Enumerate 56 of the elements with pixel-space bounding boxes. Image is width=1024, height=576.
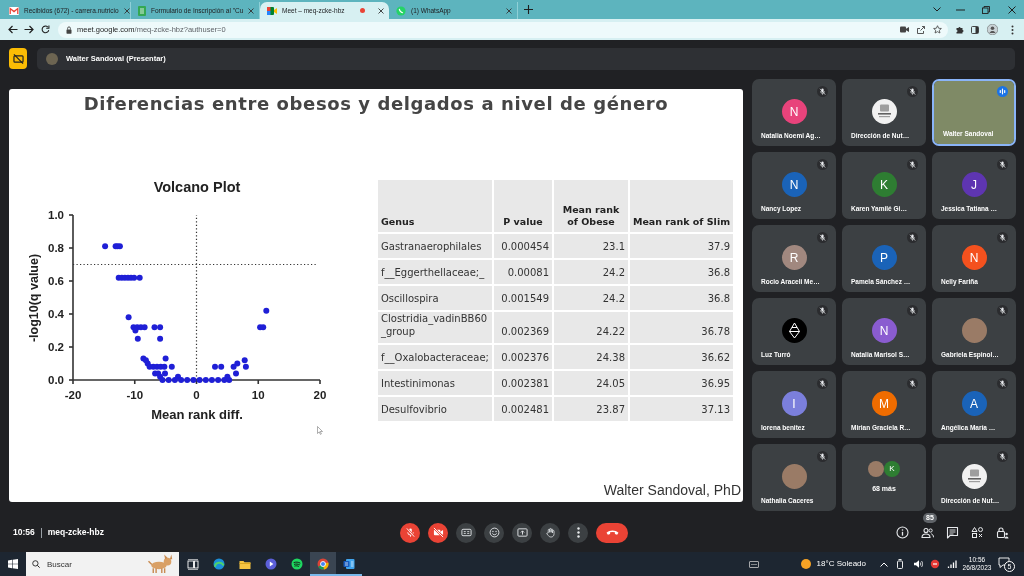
table-cell: 36.8 bbox=[629, 285, 734, 311]
axis-tick-label: 0.8 bbox=[48, 242, 64, 254]
axis-tick-label: -20 bbox=[64, 389, 82, 401]
chart-title: Volcano Plot bbox=[153, 179, 241, 195]
axis-title: Mean rank diff. bbox=[151, 407, 243, 422]
table-cell: Clostridia_vadinBB60_group bbox=[377, 311, 493, 344]
table-cell: Gastranaerophilales bbox=[377, 233, 493, 259]
slide-title: Diferencias entre obesos y delgados a nivel de género bbox=[83, 93, 669, 115]
axis-tick-label: 0.6 bbox=[48, 275, 64, 287]
avatar: N bbox=[871, 318, 897, 343]
column-header: Mean rank of Obese bbox=[553, 179, 629, 233]
column-header: Genus bbox=[377, 179, 493, 233]
avatar: N bbox=[781, 172, 807, 197]
table-cell: 24.2 bbox=[553, 259, 629, 285]
axis-tick-label: 1.0 bbox=[48, 209, 64, 221]
table-cell: 23.87 bbox=[553, 396, 629, 422]
avatar: P bbox=[871, 245, 897, 270]
table-cell: Intestinimonas bbox=[377, 370, 493, 396]
axis-tick-label: 0.0 bbox=[48, 374, 64, 386]
table-cell: 24.38 bbox=[553, 344, 629, 370]
column-header: Mean rank of Slim bbox=[629, 179, 734, 233]
column-header: P value bbox=[493, 179, 553, 233]
table-cell: 37.13 bbox=[629, 396, 734, 422]
table-cell: 36.95 bbox=[629, 370, 734, 396]
author-signature: Walter Sandoval, PhD bbox=[603, 482, 741, 498]
avatar: K bbox=[884, 461, 900, 477]
avatar: K bbox=[871, 172, 897, 197]
axis-tick-label: 20 bbox=[313, 389, 327, 401]
table-cell: 36.78 bbox=[629, 311, 734, 344]
axis-title: -log10(q value) bbox=[27, 253, 41, 343]
avatar: M bbox=[871, 391, 897, 416]
table-cell: f__Eggerthellaceae;_ bbox=[377, 259, 493, 285]
table-cell: 24.05 bbox=[553, 370, 629, 396]
axis-tick-label: 0.4 bbox=[48, 308, 64, 320]
avatar: R bbox=[781, 245, 807, 270]
table-cell: 24.2 bbox=[553, 285, 629, 311]
table-cell: 36.62 bbox=[629, 344, 734, 370]
axis-tick-label: 0 bbox=[193, 389, 200, 401]
avatar: I bbox=[781, 391, 807, 416]
axis-tick-label: 10 bbox=[251, 389, 265, 401]
avatar: N bbox=[781, 99, 807, 124]
avatar: N bbox=[961, 245, 987, 270]
table-cell: 37.9 bbox=[629, 233, 734, 259]
axis-tick-label: -10 bbox=[126, 389, 144, 401]
call-time: 10:56 bbox=[13, 527, 35, 538]
avatar: A bbox=[961, 391, 987, 416]
table-cell: 36.8 bbox=[629, 259, 734, 285]
table-cell: 0.002369 bbox=[493, 311, 553, 344]
meeting-code: meq-zcke-hbz bbox=[47, 527, 104, 538]
avatar: J bbox=[961, 172, 987, 197]
axis-tick-label: 0.2 bbox=[48, 341, 64, 353]
table-cell: f__Oxalobacteraceae; bbox=[377, 344, 493, 370]
table-cell: 24.22 bbox=[553, 311, 629, 344]
table-cell: Desulfovibrio bbox=[377, 396, 493, 422]
table-cell: Oscillospira bbox=[377, 285, 493, 311]
table-cell: 23.1 bbox=[553, 233, 629, 259]
